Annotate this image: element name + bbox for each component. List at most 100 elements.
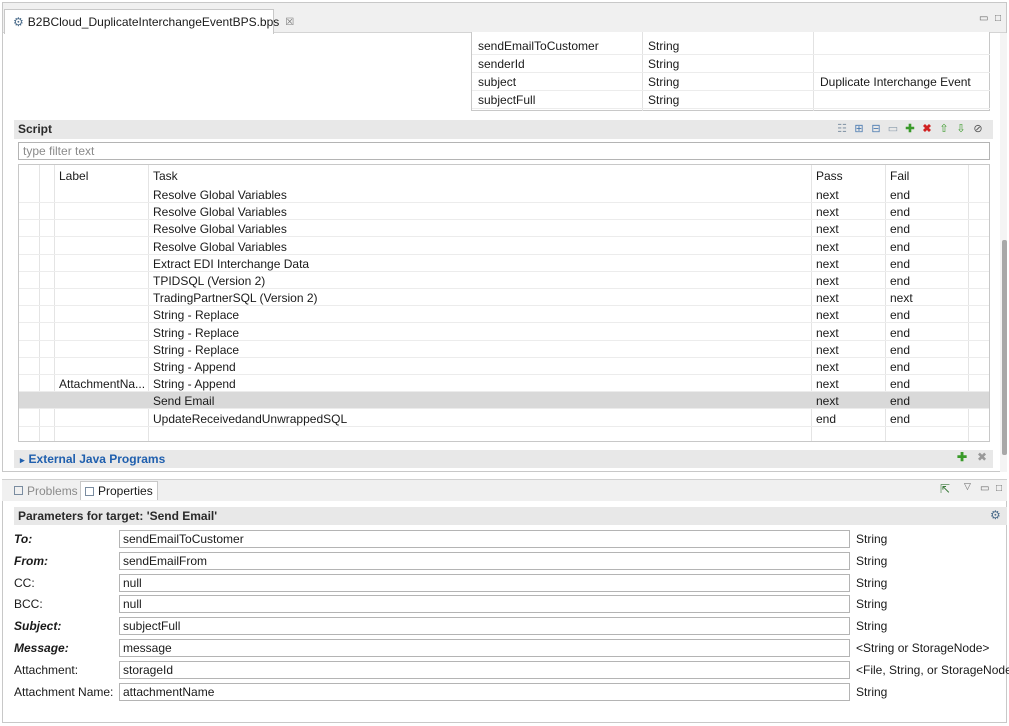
collapse-all-icon[interactable]: ⊟	[869, 122, 883, 136]
delete-icon[interactable]: ✖	[920, 122, 934, 136]
column-header-pass[interactable]: Pass	[816, 169, 843, 183]
task-row[interactable]: TradingPartnerSQL (Version 2) next next	[19, 289, 989, 307]
task-row-fail: end	[890, 239, 911, 254]
param-type: String	[856, 553, 888, 568]
task-row[interactable]: UpdateReceivedandUnwrappedSQL end end	[19, 410, 989, 427]
task-row[interactable]: TPIDSQL (Version 2) next end	[19, 272, 989, 289]
open-folder-icon[interactable]: ▭	[886, 122, 900, 136]
task-row-task: String - Append	[153, 377, 236, 392]
param-type: <File, String, or StorageNode>	[856, 662, 1009, 677]
variable-row[interactable]: subjectFull String	[472, 91, 990, 109]
variable-name: subject	[478, 75, 517, 89]
minimize-icon[interactable]: ▭	[979, 13, 988, 24]
task-row-task: Resolve Global Variables	[153, 239, 287, 254]
problems-icon	[14, 486, 23, 495]
task-row-pass: next	[816, 239, 839, 254]
variables-table: sendEmailToCustomer String senderId Stri…	[471, 32, 990, 111]
param-label: Subject:	[14, 619, 62, 634]
add-icon[interactable]: ✚	[903, 122, 917, 136]
column-header-label[interactable]: Label	[59, 169, 88, 183]
task-row[interactable]: Send Email next end	[19, 392, 989, 410]
param-value-field[interactable]	[119, 617, 850, 636]
param-value-field[interactable]	[119, 573, 850, 592]
add-icon[interactable]: ✚	[957, 450, 967, 464]
minimize-icon[interactable]: ▭	[980, 483, 989, 494]
variable-type: String	[648, 75, 680, 89]
variable-row[interactable]: sendEmailToCustomer String	[472, 37, 990, 55]
task-row[interactable]: AttachmentNa... String - Append next end	[19, 375, 989, 393]
column-header-task[interactable]: Task	[153, 169, 178, 183]
param-label: Message:	[14, 641, 69, 655]
param-type: String	[856, 619, 888, 634]
editor-tab-title: B2BCloud_DuplicateInterchangeEventBPS.bp…	[27, 15, 280, 29]
tree-view-icon[interactable]: ☷	[835, 122, 849, 136]
task-row[interactable]: String - Replace next end	[19, 341, 989, 358]
move-up-icon[interactable]: ⇧	[937, 122, 951, 136]
task-row-pass: next	[816, 308, 839, 323]
task-row[interactable]: String - Replace next end	[19, 324, 989, 341]
variable-row[interactable]: subject String Duplicate Interchange Eve…	[472, 73, 990, 91]
task-row[interactable]: Resolve Global Variables next end	[19, 238, 989, 255]
variable-row[interactable]: senderId String	[472, 55, 990, 73]
param-label: To:	[14, 532, 33, 546]
disable-icon[interactable]: ⊘	[971, 122, 985, 136]
param-label: From:	[14, 553, 48, 568]
tab-properties[interactable]: Properties	[80, 481, 158, 500]
view-menu-icon[interactable]: ▽	[964, 481, 971, 492]
task-table: Label Task Pass Fail Resolve Global Vari…	[18, 164, 990, 442]
task-row-pass: next	[816, 394, 839, 409]
param-type: String	[856, 532, 888, 546]
param-value-field[interactable]	[119, 551, 850, 570]
tab-problems[interactable]: Problems	[10, 481, 82, 500]
param-value-field[interactable]	[119, 530, 850, 548]
script-filter-input[interactable]	[18, 142, 990, 160]
param-value-field[interactable]	[119, 595, 850, 614]
task-row-task: Resolve Global Variables	[153, 188, 287, 202]
param-label: CC:	[14, 575, 35, 590]
task-row-pass: next	[816, 274, 839, 288]
column-header-fail[interactable]: Fail	[890, 169, 909, 183]
external-java-label[interactable]: ▸ External Java Programs	[20, 452, 165, 466]
expand-all-icon[interactable]: ⊞	[852, 122, 866, 136]
editor-tab[interactable]: ⚙ B2BCloud_DuplicateInterchangeEventBPS.…	[4, 9, 294, 34]
param-type: <String or StorageNode>	[856, 641, 990, 655]
task-row-fail: end	[890, 342, 911, 357]
properties-icon	[85, 486, 94, 496]
task-row-pass: next	[816, 291, 839, 306]
task-row[interactable]: Resolve Global Variables next end	[19, 186, 989, 203]
editor-scrollbar-thumb[interactable]	[1002, 240, 1007, 455]
params-title: Parameters for target: 'Send Email'	[18, 509, 218, 523]
task-row[interactable]: String - Replace next end	[19, 306, 989, 324]
task-row-task: Resolve Global Variables	[153, 205, 287, 220]
param-value-field[interactable]	[119, 660, 850, 679]
maximize-icon[interactable]: □	[996, 483, 1002, 494]
task-row-task: TPIDSQL (Version 2)	[153, 274, 266, 288]
task-row-fail: end	[890, 188, 911, 202]
param-value-field[interactable]	[119, 639, 850, 657]
maximize-icon[interactable]: □	[995, 13, 1001, 24]
task-row-pass: next	[816, 205, 839, 220]
param-value-field[interactable]	[119, 682, 850, 701]
task-row-task: Send Email	[153, 394, 215, 409]
task-row[interactable]: Extract EDI Interchange Data next end	[19, 255, 989, 272]
task-row-fail: end	[890, 411, 911, 426]
task-row-task: String - Replace	[153, 325, 240, 340]
task-row-fail: end	[890, 360, 911, 374]
task-row-fail: end	[890, 377, 911, 392]
task-row[interactable]: Resolve Global Variables next end	[19, 220, 989, 238]
move-down-icon[interactable]: ⇩	[954, 122, 968, 136]
gear-icon[interactable]: ⚙	[990, 508, 1001, 522]
param-label: Attachment:	[14, 662, 79, 677]
task-row[interactable]: String - Append next end	[19, 358, 989, 375]
open-editor-icon[interactable]: ⇱	[940, 482, 950, 496]
close-icon[interactable]: ☒	[285, 17, 294, 28]
param-type: String	[856, 575, 888, 590]
task-row-task: Extract EDI Interchange Data	[153, 256, 310, 271]
task-row-pass: next	[816, 325, 839, 340]
variable-name: senderId	[478, 57, 525, 71]
delete-icon[interactable]: ✖	[977, 450, 987, 464]
task-row-fail: end	[890, 325, 911, 340]
task-row[interactable]: Resolve Global Variables next end	[19, 203, 989, 221]
variable-name: subjectFull	[478, 93, 536, 107]
task-row-fail: end	[890, 274, 911, 288]
